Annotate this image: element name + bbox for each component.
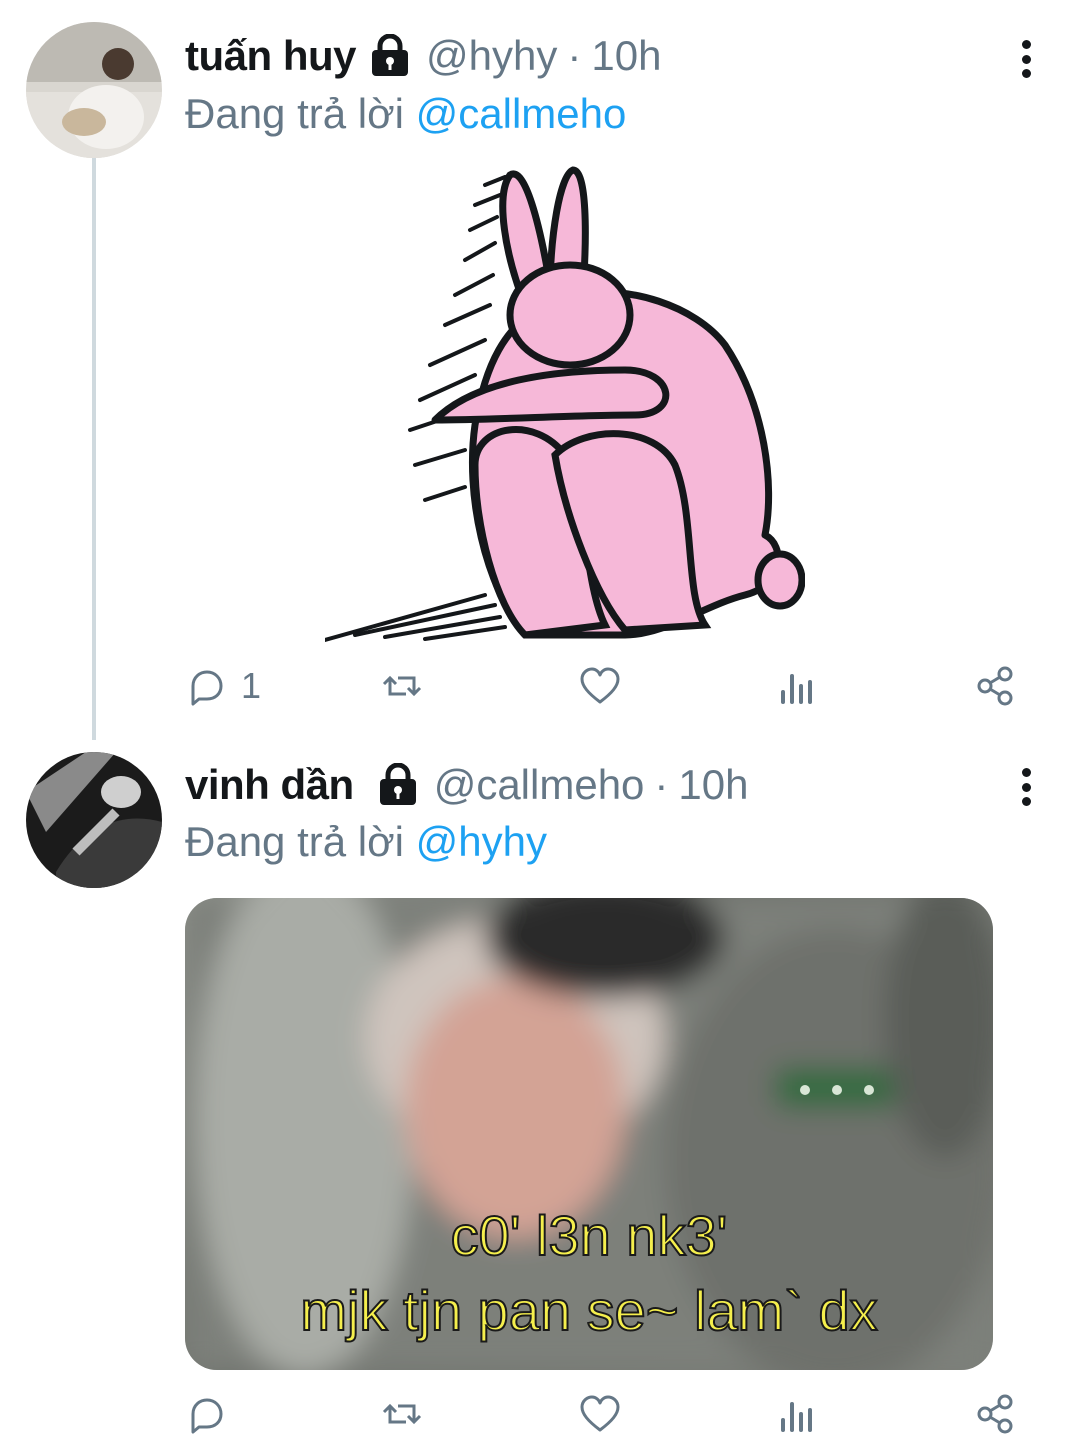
more-vertical-icon[interactable] (1014, 34, 1038, 84)
lock-icon (376, 762, 420, 807)
like-button[interactable] (578, 1388, 622, 1440)
tweet-actions: 1 (185, 660, 1025, 712)
reply-prefix: Đang trả lời (185, 818, 404, 865)
meme-caption-line-1: c0' l3n nk3' (450, 1203, 729, 1268)
avatar[interactable] (26, 22, 162, 158)
timestamp[interactable]: 10h (678, 761, 748, 809)
lock-icon (368, 33, 412, 78)
reply-icon (191, 1398, 223, 1434)
analytics-icon (781, 674, 812, 704)
separator: · (654, 761, 669, 808)
share-button[interactable] (973, 1388, 1017, 1440)
tweet[interactable]: vinh dần @callmeho · 10h Đang trả lời @h… (0, 740, 1080, 1455)
reply-button[interactable] (185, 1388, 229, 1440)
like-button[interactable] (578, 660, 622, 712)
tweet[interactable]: tuấn huy @hyhy · 10h Đang trả lời @callm… (0, 0, 1080, 740)
retweet-button[interactable] (380, 660, 424, 712)
heart-icon (580, 667, 620, 704)
separator: · (567, 32, 582, 79)
retweet-icon (382, 675, 422, 697)
analytics-button[interactable] (775, 1388, 819, 1440)
reply-mention-link[interactable]: @callmeho (416, 90, 627, 137)
analytics-icon (781, 1402, 812, 1432)
share-icon (977, 666, 1013, 706)
display-name[interactable]: tuấn huy (185, 32, 357, 80)
replying-to: Đang trả lời @callmeho (185, 90, 626, 138)
reply-prefix: Đang trả lời (185, 90, 404, 137)
tweet-actions (185, 1388, 1025, 1440)
display-name[interactable]: vinh dần (185, 761, 354, 809)
meme-caption-line-2: mjk tjn pan se~ lam` dx (299, 1278, 878, 1343)
timestamp[interactable]: 10h (591, 32, 661, 80)
handle[interactable]: @callmeho (434, 761, 645, 809)
handle[interactable]: @hyhy (426, 32, 557, 80)
reply-mention-link[interactable]: @hyhy (416, 818, 547, 865)
meme-photo[interactable]: c0' l3n nk3' mjk tjn pan se~ lam` dx (185, 898, 993, 1370)
tweet-header: tuấn huy @hyhy · 10h (185, 26, 661, 86)
analytics-button[interactable] (775, 660, 819, 712)
reply-button[interactable]: 1 (185, 660, 261, 712)
retweet-icon (382, 1403, 422, 1425)
sticker-image[interactable] (323, 165, 806, 645)
more-vertical-icon[interactable] (1014, 762, 1038, 812)
share-button[interactable] (973, 660, 1017, 712)
reply-count: 1 (241, 665, 262, 706)
heart-icon (580, 1395, 620, 1432)
retweet-button[interactable] (380, 1388, 424, 1440)
tweet-header: vinh dần @callmeho · 10h (185, 755, 748, 815)
reply-icon (191, 670, 223, 706)
avatar[interactable] (26, 752, 162, 888)
share-icon (977, 1394, 1013, 1434)
replying-to: Đang trả lời @hyhy (185, 818, 547, 866)
